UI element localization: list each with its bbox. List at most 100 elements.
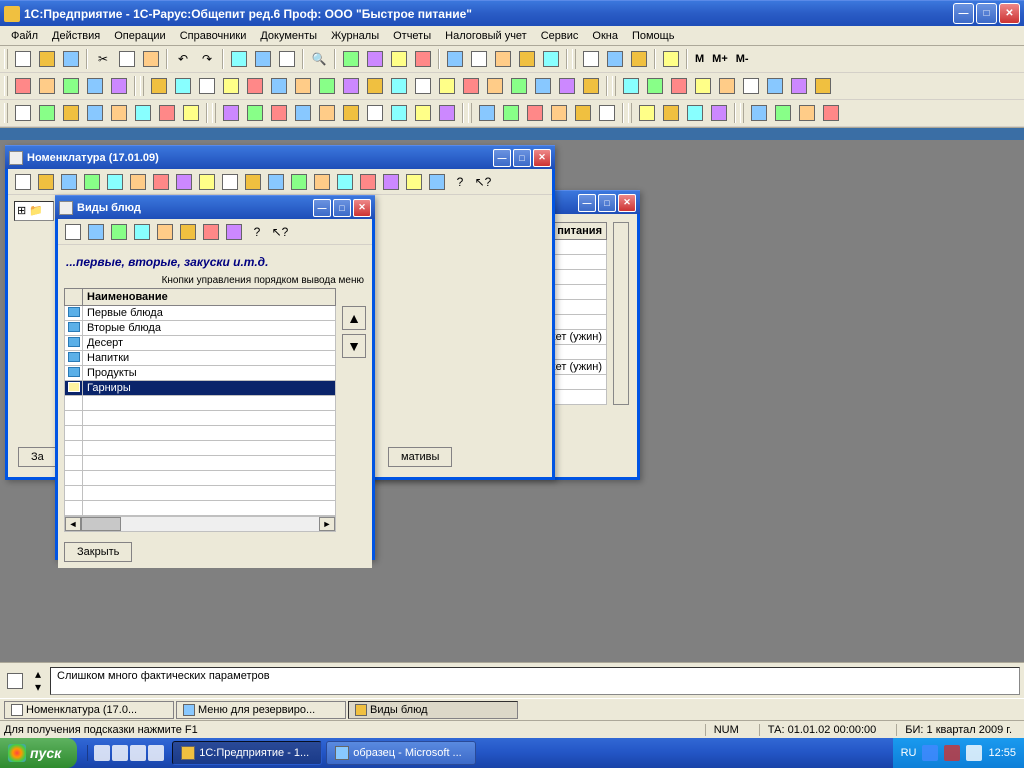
tb3-31[interactable] [796,102,818,124]
nt-help[interactable]: ? [449,171,471,193]
start-button[interactable]: пуск [0,738,77,768]
tb2-33[interactable] [812,75,834,97]
menu-catalogs[interactable]: Справочники [173,28,254,44]
tb-btn6[interactable] [388,48,410,70]
back-max[interactable]: □ [598,194,616,212]
nt-14[interactable] [311,171,333,193]
nomen-close[interactable]: ✕ [533,149,551,167]
tb2-17[interactable] [412,75,434,97]
table-row[interactable] [65,396,336,411]
menu-tax[interactable]: Налоговый учет [438,28,534,44]
table-row[interactable] [65,486,336,501]
table-row[interactable] [65,411,336,426]
dt-3[interactable] [108,221,130,243]
nt-5[interactable] [104,171,126,193]
back-close[interactable]: ✕ [618,194,636,212]
tb-cut[interactable]: ✂ [92,48,114,70]
tb2-23[interactable] [556,75,578,97]
tb-btn7[interactable] [412,48,434,70]
tb-m[interactable]: M [692,53,707,65]
dishes-close-button[interactable]: Закрыть [64,542,132,562]
tb3-32[interactable] [820,102,842,124]
tb2-29[interactable] [716,75,738,97]
tb2-16[interactable] [388,75,410,97]
maximize-button[interactable]: □ [976,3,997,24]
menu-service[interactable]: Сервис [534,28,586,44]
tb2-28[interactable] [692,75,714,97]
tb2-19[interactable] [460,75,482,97]
tb-new[interactable] [12,48,34,70]
ql-1[interactable] [94,745,110,761]
tb-calc[interactable] [580,48,602,70]
tb3-14[interactable] [340,102,362,124]
tb2-21[interactable] [508,75,530,97]
tb2-25[interactable] [620,75,642,97]
dt-4[interactable] [131,221,153,243]
tb-undo[interactable]: ↶ [172,48,194,70]
tb3-29[interactable] [748,102,770,124]
tb2-5[interactable] [108,75,130,97]
tb2-31[interactable] [764,75,786,97]
tb3-17[interactable] [412,102,434,124]
mdi-tab-dishes[interactable]: Виды блюд [348,701,518,719]
tb2-18[interactable] [436,75,458,97]
tb3-9[interactable] [220,102,242,124]
ql-2[interactable] [112,745,128,761]
tb2-14[interactable] [340,75,362,97]
nomen-max[interactable]: □ [513,149,531,167]
menu-reports[interactable]: Отчеты [386,28,438,44]
tb-find[interactable]: 🔍 [308,48,330,70]
menu-windows[interactable]: Окна [585,28,625,44]
tb2-27[interactable] [668,75,690,97]
tb3-12[interactable] [292,102,314,124]
table-row[interactable] [65,441,336,456]
nt-12[interactable] [265,171,287,193]
tb3-16[interactable] [388,102,410,124]
tray-icon-2[interactable] [944,745,960,761]
tb3-18[interactable] [436,102,458,124]
ql-4[interactable] [148,745,164,761]
tb2-12[interactable] [292,75,314,97]
table-row[interactable] [65,501,336,516]
tb2-30[interactable] [740,75,762,97]
tb2-13[interactable] [316,75,338,97]
table-row[interactable] [65,456,336,471]
tb-btn13[interactable] [628,48,650,70]
close-button[interactable]: ✕ [999,3,1020,24]
menu-journals[interactable]: Журналы [324,28,386,44]
move-down-button[interactable]: ▼ [342,334,366,358]
ql-3[interactable] [130,745,146,761]
dt-pointer[interactable]: ↖? [269,221,291,243]
back-min[interactable]: — [578,194,596,212]
tb2-9[interactable] [220,75,242,97]
dishes-window[interactable]: Виды блюд — □ ✕ ? ↖? ...первые, вторые, … [55,195,375,560]
nt-18[interactable] [403,171,425,193]
dt-8[interactable] [223,221,245,243]
dt-help[interactable]: ? [246,221,268,243]
tb3-8[interactable] [180,102,202,124]
dishes-min[interactable]: — [313,199,331,217]
nt-13[interactable] [288,171,310,193]
tb2-20[interactable] [484,75,506,97]
tb2-4[interactable] [84,75,106,97]
task-word[interactable]: образец - Microsoft ... [326,741,476,765]
tb-mminus[interactable]: M- [733,53,752,65]
back-vscroll[interactable] [613,222,629,405]
tb3-5[interactable] [108,102,130,124]
table-row[interactable]: Продукты [65,366,336,381]
tb-cal[interactable] [604,48,626,70]
tb3-11[interactable] [268,102,290,124]
menu-file[interactable]: Файл [4,28,45,44]
tb3-27[interactable] [684,102,706,124]
move-up-button[interactable]: ▲ [342,306,366,330]
tb-btn1[interactable] [228,48,250,70]
menu-help[interactable]: Помощь [625,28,682,44]
tb3-23[interactable] [572,102,594,124]
table-row[interactable]: Десерт [65,336,336,351]
msg-btn1[interactable] [4,670,26,692]
nt-3[interactable] [58,171,80,193]
table-row[interactable]: Первые блюда [65,306,336,321]
tb-help[interactable] [660,48,682,70]
tb2-22[interactable] [532,75,554,97]
tb3-26[interactable] [660,102,682,124]
